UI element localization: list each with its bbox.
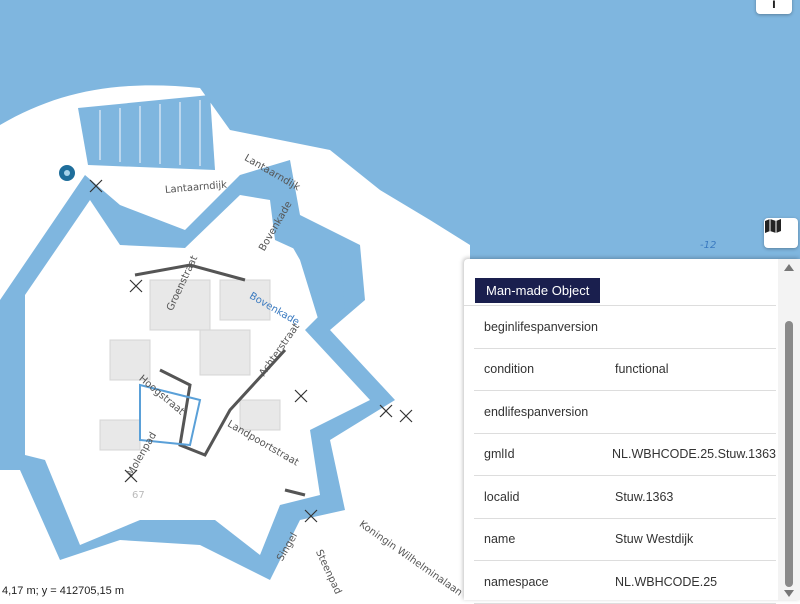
attribute-key: namespace [484,574,549,589]
label-67: 67 [132,490,145,501]
attribute-list: beginlifespanversion condition functiona… [464,306,776,604]
feature-info-panel: Man-made Object beginlifespanversion con… [464,259,800,604]
depth-label: -12 [700,240,717,251]
info-button[interactable]: i [756,0,792,14]
attribute-row: name Stuw Westdijk [474,519,776,561]
map-layers-icon [765,219,781,233]
coordinate-readout: 4,17 m; y = 412705,15 m [0,584,126,598]
harbour-basin [78,95,215,170]
attribute-key: name [484,532,516,547]
scroll-up-icon[interactable] [784,264,794,271]
attribute-row: namespace NL.WBHCODE.25 [474,561,776,604]
panel-title: Man-made Object [475,278,601,303]
attribute-key: gmlId [484,447,515,462]
attribute-value: NL.WBHCODE.25.Stuw.1363 [612,447,776,462]
attribute-value: Stuw.1363 [615,489,674,504]
attribute-key: localid [484,489,520,504]
attribute-row: localid Stuw.1363 [474,476,776,519]
attribute-row: endlifespanversion [474,391,776,434]
layers-button[interactable] [764,218,798,248]
info-icon: i [772,0,776,11]
attribute-row: condition functional [474,349,776,391]
scroll-thumb[interactable] [785,321,793,587]
panel-scrollbar[interactable] [778,259,800,600]
attribute-key: endlifespanversion [484,404,589,419]
attribute-row: beginlifespanversion [474,306,776,349]
attribute-key: condition [484,362,535,377]
attribute-key: beginlifespanversion [484,319,598,334]
attribute-value: NL.WBHCODE.25 [615,574,718,589]
attribute-value: Stuw Westdijk [615,532,694,547]
attribute-row: gmlId NL.WBHCODE.25.Stuw.1363 [474,434,776,476]
attribute-value: functional [615,362,669,377]
scroll-down-icon[interactable] [784,590,794,597]
